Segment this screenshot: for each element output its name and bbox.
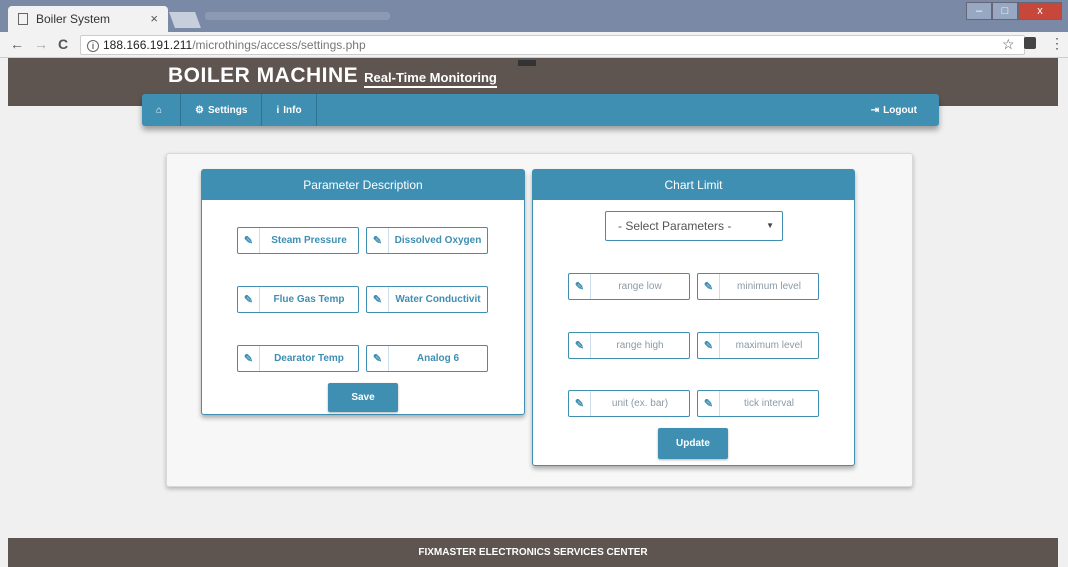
- edit-icon: ✎: [698, 333, 720, 358]
- unit-placeholder: unit (ex. bar): [611, 398, 669, 409]
- edit-icon: ✎: [367, 287, 389, 312]
- edit-icon: ✎: [367, 346, 389, 371]
- site-footer: FIXMASTER ELECTRONICS SERVICES CENTER: [8, 538, 1058, 567]
- page-icon: [18, 13, 28, 25]
- param-field-value: Water Conductivit: [395, 294, 481, 305]
- param-field-value: Dissolved Oxygen: [394, 235, 482, 246]
- edit-icon: ✎: [238, 346, 260, 371]
- back-arrow-icon[interactable]: ←: [10, 36, 24, 52]
- window-controls: – □ x: [966, 2, 1062, 20]
- edit-icon: ✎: [569, 274, 591, 299]
- update-button[interactable]: Update: [658, 428, 728, 459]
- nav-info-label: Info: [283, 104, 302, 116]
- param-field-value: Steam Pressure: [271, 235, 347, 246]
- edit-icon: ✎: [698, 391, 720, 416]
- home-icon: ⌂: [156, 104, 163, 116]
- info-nav-icon: i: [276, 104, 280, 116]
- chevron-down-icon: ▼: [766, 221, 774, 230]
- address-bar-row: ← → C i 188.166.191.211/microthings/acces…: [0, 32, 1068, 58]
- gear-icon: ⚙: [195, 104, 205, 116]
- edit-icon: ✎: [238, 287, 260, 312]
- edit-icon: ✎: [238, 228, 260, 253]
- bookmark-star-icon[interactable]: ☆: [1002, 36, 1015, 53]
- maximum-level-placeholder: maximum level: [735, 340, 803, 351]
- nav-settings-label: Settings: [208, 104, 248, 116]
- nav-logout-label: Logout: [883, 104, 917, 116]
- range-high-placeholder: range high: [616, 340, 664, 351]
- unit-input[interactable]: ✎ unit (ex. bar): [568, 390, 690, 417]
- nav-settings[interactable]: ⚙ Settings: [181, 94, 263, 126]
- url-host: 188.166.191.211: [103, 38, 193, 52]
- logout-icon: ⇥: [870, 104, 880, 116]
- url-path: /microthings/access/settings.php: [192, 38, 366, 52]
- range-high-input[interactable]: ✎ range high: [568, 332, 690, 359]
- browser-tab[interactable]: Boiler System ×: [8, 6, 168, 32]
- window-close-button[interactable]: x: [1018, 2, 1062, 20]
- edit-icon: ✎: [367, 228, 389, 253]
- param-field-1[interactable]: ✎ Steam Pressure: [237, 227, 359, 254]
- chart-limit-title: Chart Limit: [533, 170, 854, 200]
- edit-icon: ✎: [569, 391, 591, 416]
- forward-arrow-icon[interactable]: →: [34, 36, 48, 52]
- minimum-level-placeholder: minimum level: [737, 281, 801, 292]
- url-input[interactable]: i 188.166.191.211/microthings/access/sett…: [80, 35, 1025, 55]
- edit-icon: ✎: [569, 333, 591, 358]
- param-field-value: Analog 6: [416, 353, 460, 364]
- parameter-select-value: - Select Parameters -: [618, 219, 732, 233]
- param-field-4[interactable]: ✎ Water Conductivit: [366, 286, 488, 313]
- param-field-6[interactable]: ✎ Analog 6: [366, 345, 488, 372]
- info-icon[interactable]: i: [87, 40, 99, 52]
- blurred-menu: [205, 12, 390, 20]
- range-low-input[interactable]: ✎ range low: [568, 273, 690, 300]
- browser-titlebar: Boiler System × – □ x: [0, 0, 1068, 32]
- select-wrapper: - Select Parameters - ▼: [533, 200, 854, 260]
- nav-info[interactable]: i Info: [262, 94, 317, 126]
- header-mark: [518, 60, 536, 66]
- tick-interval-input[interactable]: ✎ tick interval: [697, 390, 819, 417]
- browser-menu-icon[interactable]: ⋮: [1050, 35, 1064, 52]
- brand-title: BOILER MACHINE: [168, 64, 359, 87]
- chart-limit-card: Chart Limit - Select Parameters - ▼ ✎ ra…: [532, 169, 855, 466]
- minimum-level-input[interactable]: ✎ minimum level: [697, 273, 819, 300]
- save-button[interactable]: Save: [328, 383, 398, 412]
- param-field-5[interactable]: ✎ Dearator Temp: [237, 345, 359, 372]
- parameter-description-title: Parameter Description: [202, 170, 524, 200]
- param-field-3[interactable]: ✎ Flue Gas Temp: [237, 286, 359, 313]
- tab-title: Boiler System: [36, 12, 111, 26]
- tab-close-icon[interactable]: ×: [150, 11, 158, 26]
- range-low-placeholder: range low: [618, 281, 662, 292]
- param-field-value: Flue Gas Temp: [273, 294, 345, 305]
- settings-panel: Parameter Description ✎ Steam Pressure ✎…: [166, 153, 913, 487]
- parameter-description-card: Parameter Description ✎ Steam Pressure ✎…: [201, 169, 525, 415]
- nav-logout[interactable]: ⇥ Logout: [857, 94, 939, 126]
- maximum-level-input[interactable]: ✎ maximum level: [697, 332, 819, 359]
- brand-logo: BOILER MACHINE Real-Time Monitoring: [168, 64, 497, 88]
- brand-subtitle: Real-Time Monitoring: [364, 70, 497, 88]
- main-navbar: ⌂ ⚙ Settings i Info ⇥ Logout: [142, 94, 939, 126]
- edit-icon: ✎: [698, 274, 720, 299]
- extension-icon[interactable]: [1024, 37, 1036, 49]
- param-field-value: Dearator Temp: [274, 353, 344, 364]
- new-tab-button[interactable]: [169, 12, 201, 28]
- tick-interval-placeholder: tick interval: [743, 398, 794, 409]
- nav-home[interactable]: ⌂: [142, 94, 182, 126]
- window-minimize-button[interactable]: –: [966, 2, 992, 20]
- reload-icon[interactable]: C: [58, 36, 68, 52]
- param-field-2[interactable]: ✎ Dissolved Oxygen: [366, 227, 488, 254]
- parameter-select[interactable]: - Select Parameters - ▼: [605, 211, 783, 241]
- window-maximize-button[interactable]: □: [992, 2, 1018, 20]
